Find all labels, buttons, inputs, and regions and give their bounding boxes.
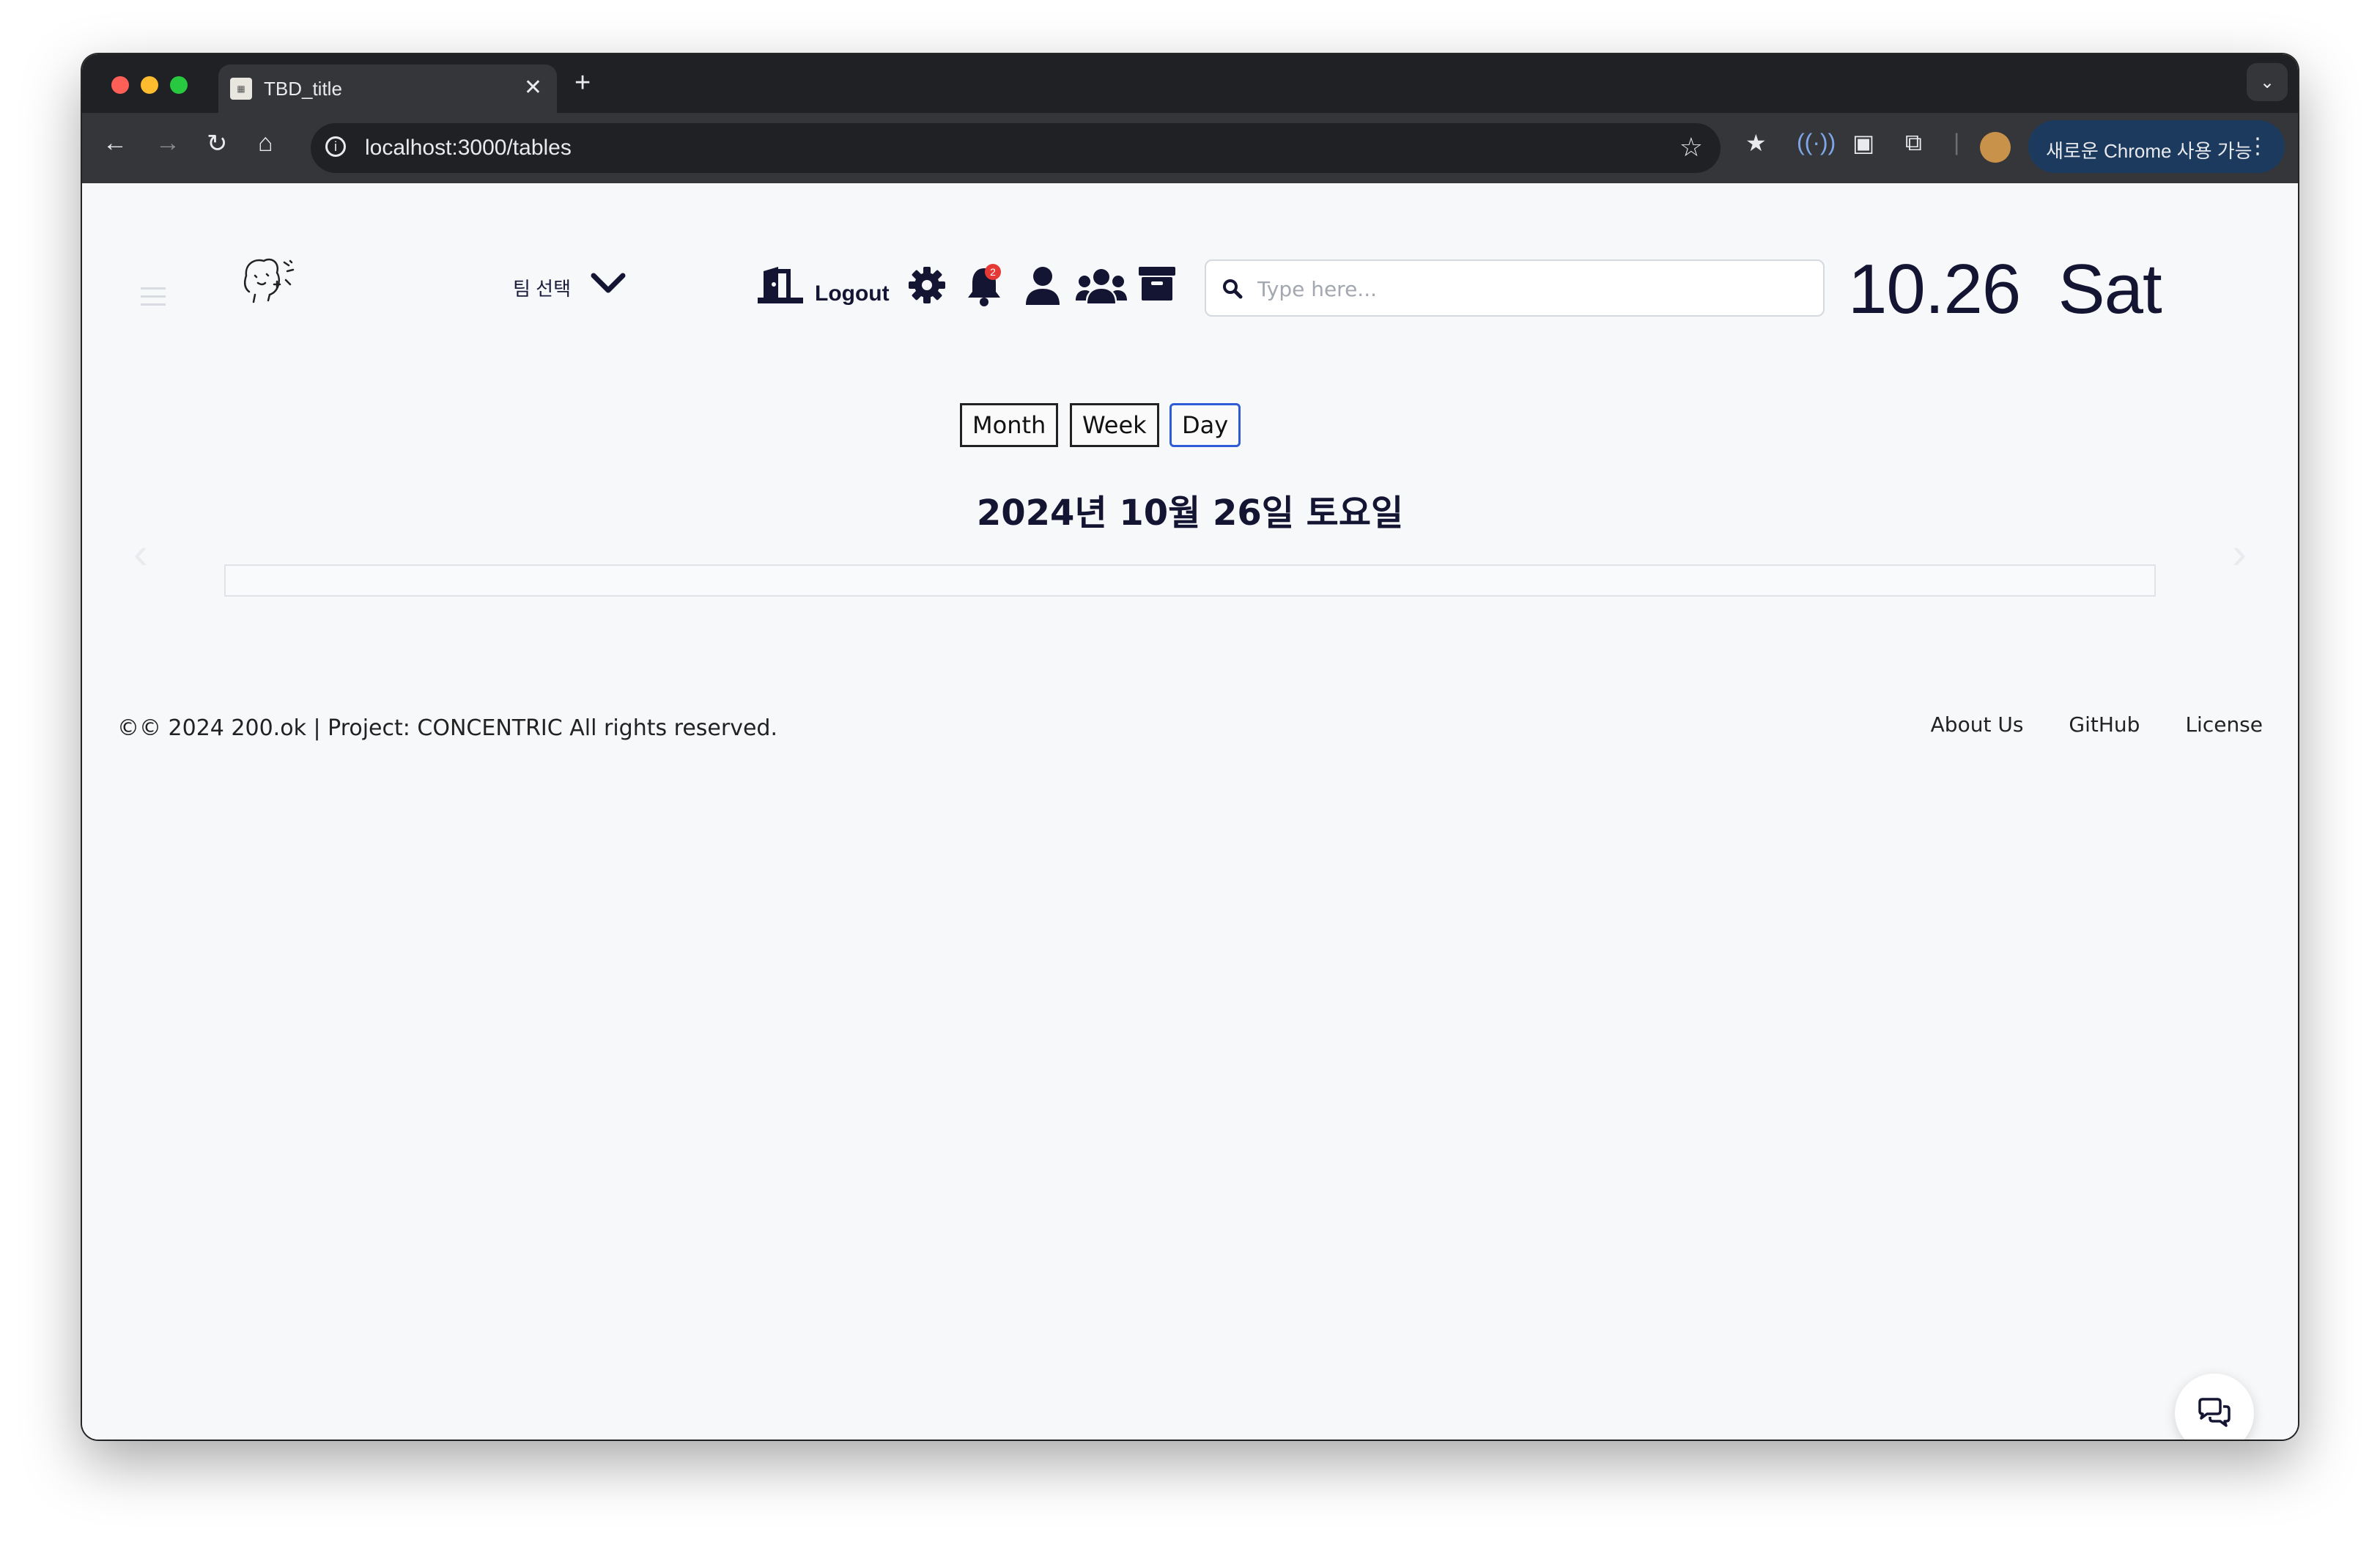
footer-copyright: ©© 2024 200.ok | Project: CONCENTRIC All… (117, 715, 777, 741)
maximize-window-button[interactable] (170, 76, 188, 94)
chat-button[interactable] (2175, 1374, 2254, 1440)
team-select-label[interactable]: 팀 선택 (513, 274, 571, 301)
footer-links: About Us GitHub License (1931, 712, 2263, 737)
forward-arrow-icon[interactable]: → (155, 129, 180, 158)
browser-toolbar: ← → ↻ ⌂ i localhost:3000/tables ☆ ★ ((·)… (82, 113, 2298, 183)
door-exit-icon[interactable] (756, 265, 805, 305)
archive-box-icon[interactable] (1137, 265, 1177, 302)
logout-button[interactable]: Logout (815, 281, 890, 306)
chrome-update-button[interactable]: 새로운 Chrome 사용 가능 ⋮ (2028, 120, 2285, 173)
favicon-icon: ▦ (230, 78, 252, 100)
footer-link-about[interactable]: About Us (1931, 712, 2024, 737)
reload-icon[interactable]: ↻ (207, 129, 228, 158)
week-view-button[interactable]: Week (1070, 403, 1159, 447)
notification-badge: 2 (985, 264, 1001, 280)
user-icon[interactable] (1024, 265, 1061, 306)
app-page: 팀 선택 Logout 2 Type here... 10.26 Sat Mon… (82, 183, 2298, 1440)
profile-avatar[interactable] (1980, 132, 2011, 163)
update-label: 새로운 Chrome 사용 가능 (2046, 140, 2252, 162)
footer-link-github[interactable]: GitHub (2069, 712, 2140, 737)
home-icon[interactable]: ⌂ (258, 129, 273, 158)
close-window-button[interactable] (111, 76, 129, 94)
users-group-icon[interactable] (1076, 265, 1127, 306)
next-chevron-icon[interactable]: › (2232, 528, 2247, 578)
bookmark-star-icon[interactable]: ☆ (1679, 132, 1703, 163)
address-bar[interactable]: i localhost:3000/tables ☆ (311, 123, 1721, 173)
search-icon (1223, 279, 1243, 299)
tab-title: TBD_title (264, 78, 342, 100)
prev-chevron-icon[interactable]: ‹ (133, 528, 148, 578)
chevron-down-icon[interactable] (589, 268, 627, 298)
bookmarks-star-icon[interactable]: ★ (1745, 129, 1767, 157)
screenshot-icon[interactable]: ▣ (1852, 129, 1874, 157)
toolbar-divider: | (1954, 129, 1960, 155)
hamburger-menu-icon[interactable] (141, 287, 166, 312)
tab-close-icon[interactable]: ✕ (524, 75, 542, 100)
gear-icon[interactable] (907, 265, 947, 305)
minimize-window-button[interactable] (141, 76, 158, 94)
search-input[interactable] (1256, 271, 1801, 306)
more-menu-icon[interactable]: ⋮ (2247, 133, 2269, 159)
day-title: 2024년 10월 26일 토요일 (976, 493, 1404, 534)
extensions-puzzle-icon[interactable]: ⧉ (1905, 129, 1922, 157)
current-date-display: 10.26 Sat (1848, 250, 2162, 328)
new-tab-icon[interactable]: + (574, 67, 591, 99)
app-logo[interactable] (239, 254, 298, 305)
back-arrow-icon[interactable]: ← (103, 129, 128, 158)
search-box (1205, 259, 1825, 317)
site-info-icon[interactable]: i (325, 136, 346, 157)
browser-tab[interactable]: ▦ TBD_title ✕ (218, 64, 557, 113)
day-view-button[interactable]: Day (1169, 403, 1241, 447)
address-url: localhost:3000/tables (365, 136, 572, 160)
chat-bubbles-icon (2198, 1398, 2231, 1427)
tab-search-chevron-icon[interactable]: ⌄ (2247, 63, 2288, 101)
footer-link-license[interactable]: License (2185, 712, 2263, 737)
browser-window: ▦ TBD_title ✕ + ⌄ ← → ↻ ⌂ i localhost:30… (82, 54, 2298, 1440)
month-view-button[interactable]: Month (960, 403, 1059, 447)
tab-bar: ▦ TBD_title ✕ + ⌄ (82, 54, 2298, 113)
day-schedule-grid[interactable] (224, 564, 2156, 597)
cast-icon[interactable]: ((·)) (1797, 129, 1836, 156)
